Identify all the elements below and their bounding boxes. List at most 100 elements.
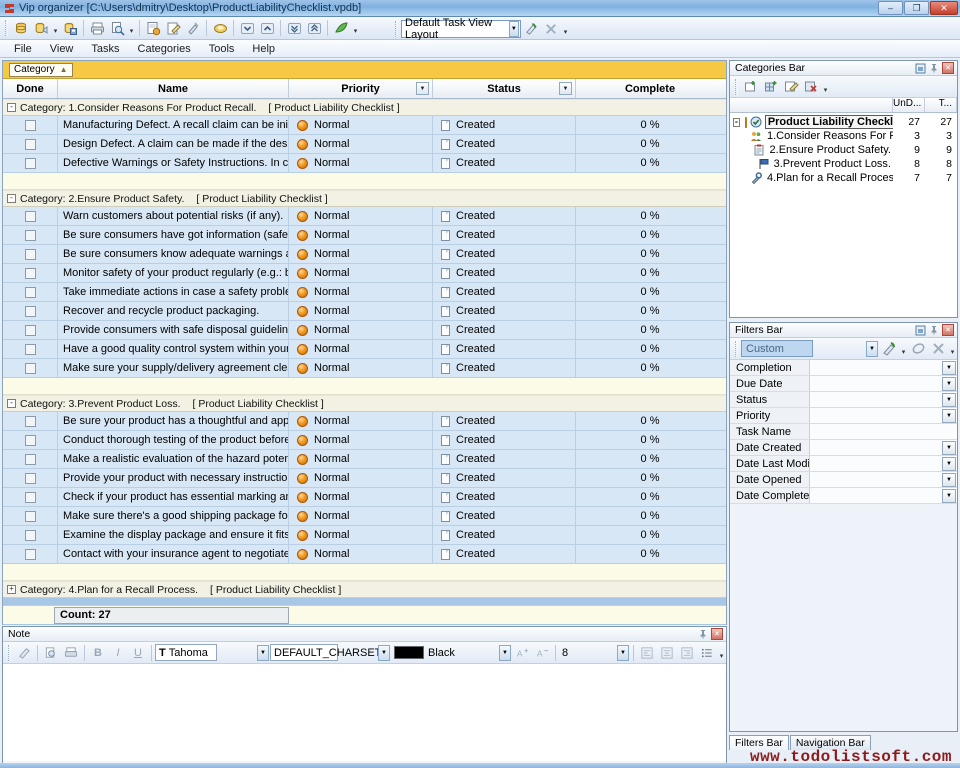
cell-done[interactable] — [3, 359, 58, 377]
done-checkbox[interactable] — [25, 120, 36, 131]
font-color-combo[interactable]: Black — [391, 644, 459, 661]
cell-name[interactable]: Conduct thorough testing of the product … — [58, 431, 289, 449]
cell-done[interactable] — [3, 450, 58, 468]
filter-preset-dropdown-icon[interactable]: ▼ — [866, 341, 878, 357]
done-checkbox[interactable] — [25, 211, 36, 222]
layout-dropdown-icon[interactable]: ▾ — [561, 19, 570, 39]
group-expander-icon[interactable]: + — [7, 585, 16, 594]
pin-icon[interactable] — [697, 628, 709, 640]
cell-complete[interactable]: 0 % — [576, 207, 724, 225]
categories-total-column[interactable]: T... — [925, 98, 957, 112]
categories-toolbar-grip[interactable] — [735, 79, 738, 95]
cell-priority[interactable]: Normal — [289, 526, 433, 544]
group-header-row[interactable]: -Category: 1.Consider Reasons For Produc… — [3, 99, 726, 116]
bold-icon[interactable]: B — [88, 643, 108, 663]
decrease-font-icon[interactable]: A — [532, 643, 552, 663]
cell-priority[interactable]: Normal — [289, 412, 433, 430]
done-checkbox[interactable] — [25, 473, 36, 484]
filters-toolbar-grip[interactable] — [735, 341, 738, 357]
cell-done[interactable] — [3, 116, 58, 134]
cell-status[interactable]: Created — [433, 412, 576, 430]
cell-complete[interactable]: 0 % — [576, 469, 724, 487]
cell-complete[interactable]: 0 % — [576, 154, 724, 172]
done-checkbox[interactable] — [25, 306, 36, 317]
chevron-down-icon[interactable]: ▼ — [942, 489, 956, 503]
category-tree-item[interactable]: 1.Consider Reasons For Produc33 — [730, 129, 957, 143]
export-icon[interactable] — [331, 18, 351, 38]
cell-done[interactable] — [3, 321, 58, 339]
column-header-complete[interactable]: Complete — [576, 79, 724, 98]
done-checkbox[interactable] — [25, 363, 36, 374]
menu-item-view[interactable]: View — [42, 42, 82, 56]
sort-ascending-icon[interactable]: ▲ — [60, 65, 68, 74]
delete-task-icon[interactable] — [183, 18, 203, 38]
cell-done[interactable] — [3, 264, 58, 282]
tree-expander-icon[interactable]: - — [733, 118, 740, 127]
cell-name[interactable]: Manufacturing Defect. A recall claim can… — [58, 116, 289, 134]
move-up-icon[interactable] — [257, 18, 277, 38]
cell-complete[interactable]: 0 % — [576, 321, 724, 339]
cell-done[interactable] — [3, 302, 58, 320]
font-size-dropdown-icon[interactable]: ▼ — [617, 645, 629, 661]
table-row[interactable]: Manufacturing Defect. A recall claim can… — [3, 116, 726, 135]
done-checkbox[interactable] — [25, 549, 36, 560]
cell-priority[interactable]: Normal — [289, 154, 433, 172]
font-size-combo[interactable]: 8 — [559, 644, 577, 661]
chevron-down-icon[interactable]: ▼ — [942, 409, 956, 423]
move-top-icon[interactable] — [304, 18, 324, 38]
cell-complete[interactable]: 0 % — [576, 116, 724, 134]
done-checkbox[interactable] — [25, 435, 36, 446]
cell-name[interactable]: Make a realistic evaluation of the hazar… — [58, 450, 289, 468]
cell-status[interactable]: Created — [433, 507, 576, 525]
delete-layout-icon[interactable] — [541, 19, 561, 39]
done-checkbox[interactable] — [25, 230, 36, 241]
column-header-priority[interactable]: Priority ▼ — [289, 79, 433, 98]
cell-priority[interactable]: Normal — [289, 488, 433, 506]
restore-button[interactable]: ❐ — [904, 1, 929, 15]
save-layout-icon[interactable] — [521, 19, 541, 39]
note-print-icon[interactable] — [61, 643, 81, 663]
done-checkbox[interactable] — [25, 344, 36, 355]
cell-status[interactable]: Created — [433, 154, 576, 172]
group-by-band[interactable]: Category ▲ — [3, 61, 726, 79]
done-checkbox[interactable] — [25, 454, 36, 465]
cell-complete[interactable]: 0 % — [576, 283, 724, 301]
table-row[interactable]: Examine the display package and ensure i… — [3, 526, 726, 545]
group-header-row[interactable]: -Category: 3.Prevent Product Loss.[ Prod… — [3, 395, 726, 412]
cell-name[interactable]: Examine the display package and ensure i… — [58, 526, 289, 544]
done-checkbox[interactable] — [25, 325, 36, 336]
category-tree-item[interactable]: 4.Plan for a Recall Process.77 — [730, 171, 957, 185]
restore-panel-icon[interactable] — [914, 62, 926, 74]
open-database-dropdown-icon[interactable]: ▾ — [51, 18, 60, 38]
chevron-down-icon[interactable]: ▼ — [509, 21, 519, 37]
cell-status[interactable]: Created — [433, 226, 576, 244]
align-right-icon[interactable] — [677, 643, 697, 663]
cell-status[interactable]: Created — [433, 245, 576, 263]
cell-name[interactable]: Warn customers about potential risks (if… — [58, 207, 289, 225]
cell-priority[interactable]: Normal — [289, 469, 433, 487]
done-checkbox[interactable] — [25, 492, 36, 503]
chevron-down-icon[interactable]: ▼ — [942, 441, 956, 455]
cell-name[interactable]: Check if your product has essential mark… — [58, 488, 289, 506]
cell-done[interactable] — [3, 207, 58, 225]
filter-row[interactable]: Date Created▼ — [730, 440, 957, 456]
cell-done[interactable] — [3, 245, 58, 263]
minimize-button[interactable]: – — [878, 1, 903, 15]
cell-status[interactable]: Created — [433, 431, 576, 449]
print-icon[interactable] — [87, 18, 107, 38]
done-checkbox[interactable] — [25, 530, 36, 541]
table-row[interactable]: Be sure consumers have got information (… — [3, 226, 726, 245]
cell-status[interactable]: Created — [433, 359, 576, 377]
cell-done[interactable] — [3, 283, 58, 301]
new-database-icon[interactable] — [11, 18, 31, 38]
cell-status[interactable]: Created — [433, 545, 576, 563]
cell-priority[interactable]: Normal — [289, 283, 433, 301]
table-row[interactable]: Check if your product has essential mark… — [3, 488, 726, 507]
table-row[interactable]: Make a realistic evaluation of the hazar… — [3, 450, 726, 469]
toolbar-grip[interactable] — [5, 20, 8, 36]
delete-category-icon[interactable] — [801, 77, 821, 97]
cell-status[interactable]: Created — [433, 116, 576, 134]
table-row[interactable]: Be sure consumers know adequate warnings… — [3, 245, 726, 264]
align-center-icon[interactable] — [657, 643, 677, 663]
cell-complete[interactable]: 0 % — [576, 450, 724, 468]
